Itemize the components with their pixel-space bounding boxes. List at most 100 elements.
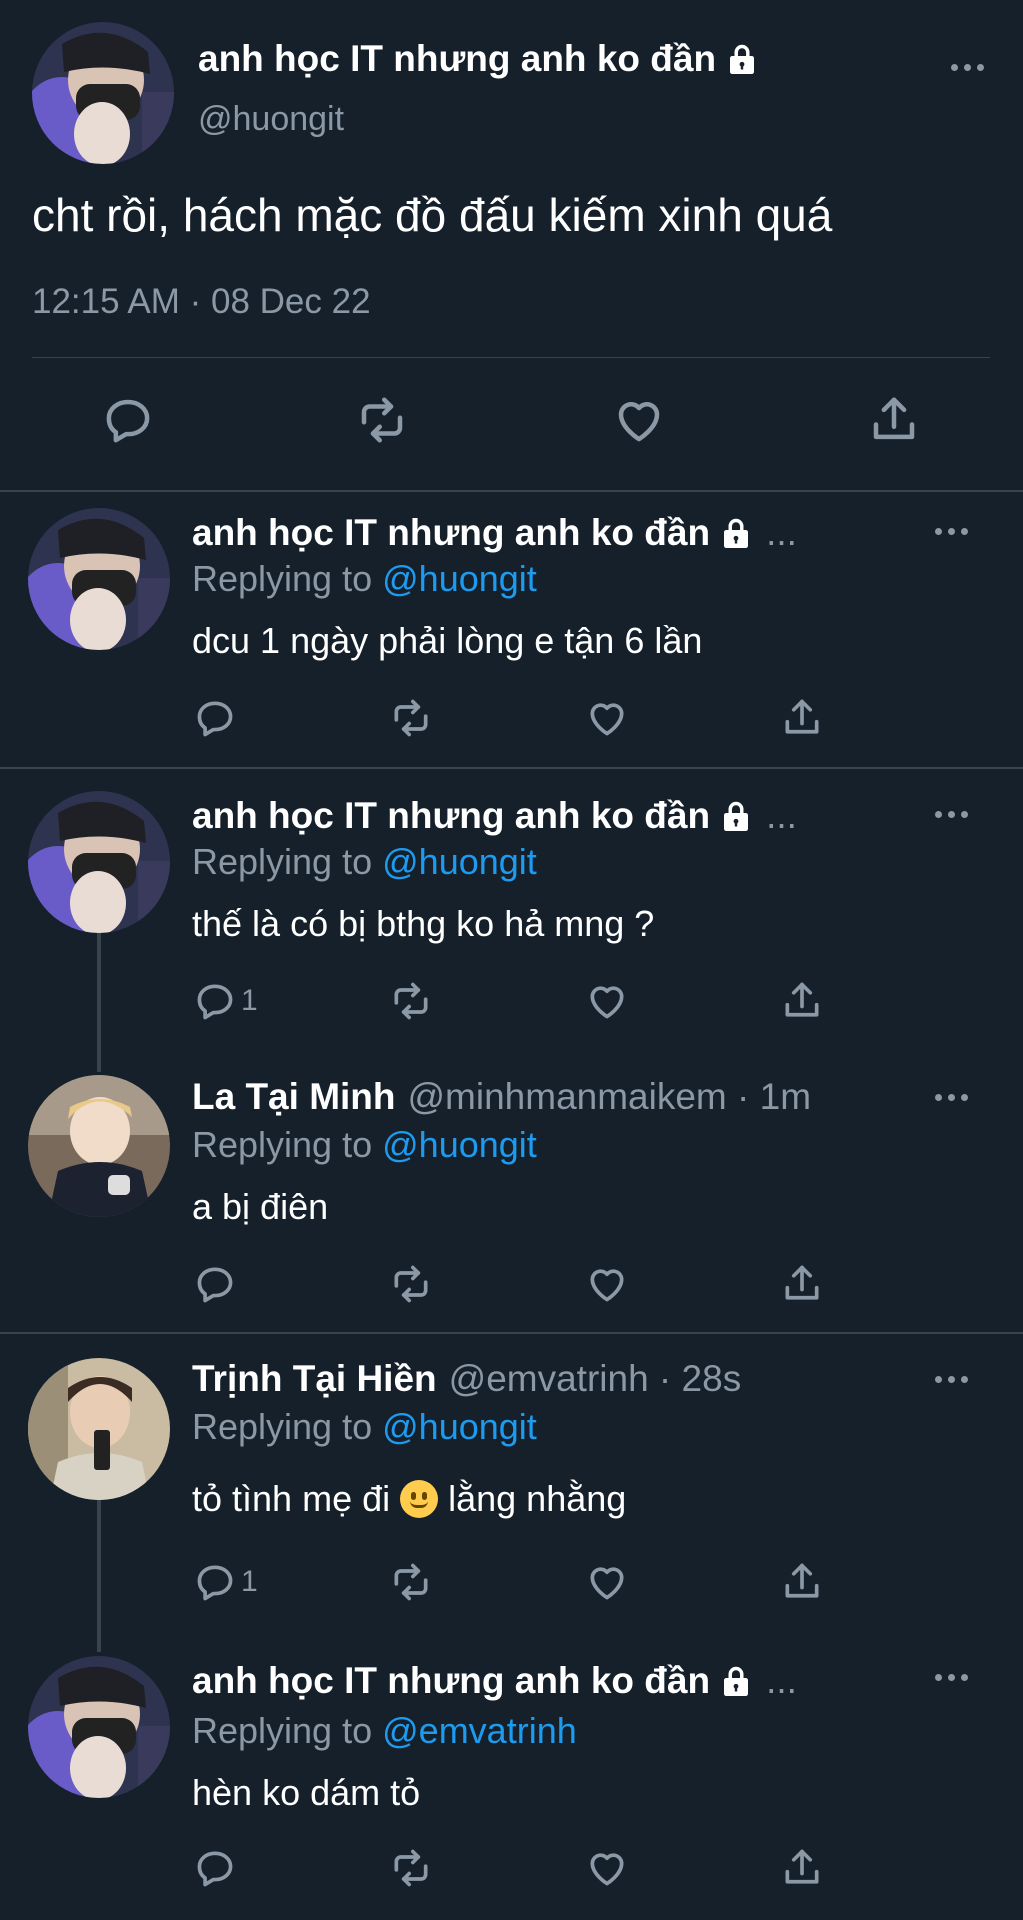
like-button[interactable]: [585, 1254, 645, 1314]
reply-icon: [193, 1846, 237, 1890]
share-button[interactable]: [780, 1254, 840, 1314]
reply-header: anh học IT nhưng anh ko đần ...: [192, 795, 797, 837]
share-button[interactable]: [780, 688, 840, 748]
retweet-button[interactable]: [355, 390, 415, 450]
avatar[interactable]: [28, 791, 170, 933]
main-tweet: anh học IT nhưng anh ko đần @huongit cht…: [0, 0, 1023, 492]
replying-to: Replying to @huongit: [192, 841, 537, 883]
avatar[interactable]: [28, 1656, 170, 1798]
more-icon[interactable]: [935, 528, 968, 535]
avatar[interactable]: [28, 1358, 170, 1500]
like-button[interactable]: [585, 971, 645, 1031]
like-button[interactable]: [585, 1552, 645, 1612]
reply-tweet[interactable]: anh học IT nhưng anh ko đần ... Replying…: [0, 769, 1023, 1052]
tweet-timestamp[interactable]: 12:15 AM · 08 Dec 22: [32, 282, 371, 322]
retweet-button[interactable]: [389, 688, 449, 748]
share-button[interactable]: [780, 971, 840, 1031]
more-icon[interactable]: [951, 64, 984, 71]
author-name[interactable]: anh học IT nhưng anh ko đần: [192, 1660, 710, 1702]
author-name[interactable]: anh học IT nhưng anh ko đần: [198, 38, 760, 80]
retweet-button[interactable]: [389, 1552, 449, 1612]
author-meta: @minhmanmaikem · 1m: [407, 1076, 812, 1117]
author-name[interactable]: La Tại Minh: [192, 1076, 396, 1118]
author-name[interactable]: Trịnh Tại Hiền: [192, 1358, 437, 1400]
retweet-icon: [389, 979, 433, 1023]
reply-count: 1: [241, 984, 258, 1017]
like-icon: [585, 1846, 629, 1890]
reply-header: anh học IT nhưng anh ko đần ...: [192, 512, 797, 554]
author-meta: ...: [766, 1660, 797, 1701]
author-name[interactable]: anh học IT nhưng anh ko đần: [192, 512, 710, 554]
reply-button[interactable]: 1: [193, 1552, 293, 1612]
reply-tweet[interactable]: anh học IT nhưng anh ko đần ... Replying…: [0, 1632, 1023, 1920]
tweet-actions: 1: [0, 971, 1023, 1031]
like-icon: [585, 1262, 629, 1306]
like-button[interactable]: [585, 688, 645, 748]
retweet-icon: [355, 393, 409, 447]
tweet-actions: [0, 1838, 1023, 1898]
retweet-button[interactable]: [389, 1838, 449, 1898]
lock-icon: [724, 41, 760, 77]
replying-label: Replying to: [192, 1124, 373, 1165]
reply-button[interactable]: [193, 1254, 253, 1314]
lock-icon: [718, 515, 754, 551]
author-name[interactable]: anh học IT nhưng anh ko đần: [192, 795, 710, 837]
like-button[interactable]: [612, 390, 672, 450]
reply-tweet[interactable]: Trịnh Tại Hiền @emvatrinh · 28s Replying…: [0, 1334, 1023, 1632]
divider: [32, 357, 990, 358]
author-meta: ...: [766, 795, 797, 836]
author-handle[interactable]: @huongit: [198, 100, 344, 139]
smiley-emoji-icon: [400, 1480, 439, 1518]
reply-text: dcu 1 ngày phải lòng e tận 6 lần: [192, 620, 703, 661]
replying-label: Replying to: [192, 841, 373, 882]
more-icon[interactable]: [935, 811, 968, 818]
author-meta: @emvatrinh · 28s: [448, 1358, 742, 1399]
reply-tweet[interactable]: anh học IT nhưng anh ko đần ... Replying…: [0, 494, 1023, 768]
share-icon: [780, 979, 824, 1023]
reply-text: thế là có bị bthg ko hả mng ?: [192, 903, 655, 944]
avatar[interactable]: [32, 22, 174, 164]
retweet-icon: [389, 1262, 433, 1306]
tweet-actions: [0, 1254, 1023, 1314]
retweet-button[interactable]: [389, 1254, 449, 1314]
reply-text-part: lằng nhằng: [448, 1478, 627, 1519]
reply-button[interactable]: 1: [193, 971, 293, 1031]
share-icon: [867, 393, 921, 447]
author-meta: ...: [766, 512, 797, 553]
replying-label: Replying to: [192, 1406, 373, 1447]
avatar[interactable]: [28, 1075, 170, 1217]
share-icon: [780, 1560, 824, 1604]
like-icon: [585, 696, 629, 740]
reply-text: tỏ tình mẹ đi lằng nhằng: [192, 1478, 626, 1520]
reply-text-part: tỏ tình mẹ đi: [192, 1478, 391, 1519]
tweet-actions: [0, 688, 1023, 748]
replying-handle-link[interactable]: @huongit: [382, 1406, 537, 1447]
share-icon: [780, 696, 824, 740]
reply-button[interactable]: [193, 1838, 253, 1898]
share-icon: [780, 1846, 824, 1890]
reply-button[interactable]: [101, 390, 161, 450]
share-button[interactable]: [780, 1838, 840, 1898]
more-icon[interactable]: [935, 1094, 968, 1101]
lock-icon: [718, 798, 754, 834]
more-icon[interactable]: [935, 1674, 968, 1681]
like-button[interactable]: [585, 1838, 645, 1898]
like-icon: [585, 979, 629, 1023]
retweet-button[interactable]: [389, 971, 449, 1031]
reply-tweet[interactable]: La Tại Minh @minhmanmaikem · 1m Replying…: [0, 1052, 1023, 1332]
replying-handle-link[interactable]: @huongit: [382, 1124, 537, 1165]
more-icon[interactable]: [935, 1376, 968, 1383]
share-button[interactable]: [780, 1552, 840, 1612]
reply-icon: [193, 696, 237, 740]
replying-to: Replying to @emvatrinh: [192, 1710, 577, 1752]
reply-text: a bị điên: [192, 1186, 329, 1227]
replying-handle-link[interactable]: @emvatrinh: [382, 1710, 577, 1751]
replying-handle-link[interactable]: @huongit: [382, 841, 537, 882]
tweet-text: cht rồi, hách mặc đồ đấu kiếm xinh quá: [32, 189, 833, 241]
replying-handle-link[interactable]: @huongit: [382, 558, 537, 599]
retweet-icon: [389, 1560, 433, 1604]
avatar[interactable]: [28, 508, 170, 650]
share-button[interactable]: [867, 390, 927, 450]
reply-button[interactable]: [193, 688, 253, 748]
reply-header: La Tại Minh @minhmanmaikem · 1m: [192, 1076, 811, 1118]
